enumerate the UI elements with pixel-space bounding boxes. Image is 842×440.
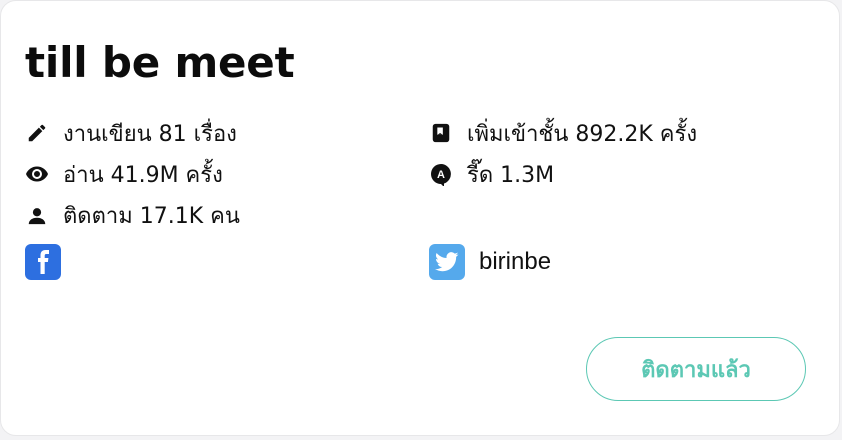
author-name: till be meet — [25, 38, 295, 87]
stat-works-text: งานเขียน 81 เรื่อง — [63, 121, 237, 147]
scream-bubble-icon: A — [429, 162, 453, 186]
facebook-link[interactable] — [25, 244, 75, 280]
facebook-icon[interactable] — [25, 244, 61, 280]
twitter-icon[interactable] — [429, 244, 465, 280]
stat-followers-text: ติดตาม 17.1K คน — [63, 203, 240, 229]
following-button[interactable]: ติดตามแล้ว — [586, 337, 806, 401]
stat-reads: อ่าน 41.9M ครั้ง — [25, 158, 223, 190]
stat-reads-text: อ่าน 41.9M ครั้ง — [63, 162, 223, 188]
stat-comments-text: รี๊ด 1.3M — [467, 162, 555, 188]
stat-comments: A รี๊ด 1.3M — [429, 158, 554, 190]
twitter-link[interactable]: birinbe — [429, 244, 551, 280]
stat-followers: ติดตาม 17.1K คน — [25, 199, 240, 231]
pencil-icon — [25, 121, 49, 145]
stat-library-adds-text: เพิ่มเข้าชั้น 892.2K ครั้ง — [467, 121, 698, 147]
svg-text:A: A — [437, 169, 445, 181]
author-card: till be meet งานเขียน 81 เรื่อง อ่าน 41.… — [0, 0, 840, 436]
book-icon — [429, 121, 453, 145]
twitter-handle[interactable]: birinbe — [479, 248, 551, 276]
stat-library-adds: เพิ่มเข้าชั้น 892.2K ครั้ง — [429, 117, 697, 149]
stat-works: งานเขียน 81 เรื่อง — [25, 117, 237, 149]
eye-icon — [25, 162, 49, 186]
person-icon — [25, 203, 49, 227]
